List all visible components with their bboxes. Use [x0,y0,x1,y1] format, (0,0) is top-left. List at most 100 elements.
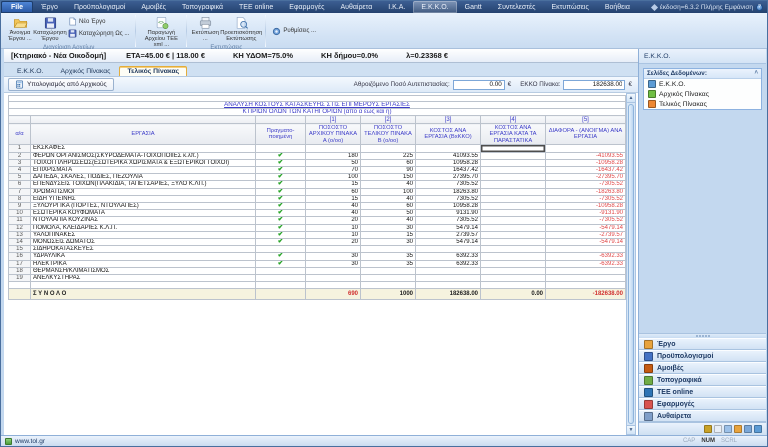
cost-cell[interactable]: 7305.52 [416,181,481,188]
menu-item-συντελεστές[interactable]: Συντελεστές [490,1,544,13]
cost-cell[interactable]: 7305.52 [416,195,481,202]
pct-b-cell[interactable]: 60 [361,159,416,166]
task-cell[interactable]: ΔΑΠΕΔΑ, ΣΚΑΛΕΣ, ΠΟΔΙΕΣ, ΠΕΖΟΥΛΙΑ [31,174,256,181]
tab-τελικός-πίνακας[interactable]: Τελικός Πίνακας [119,66,187,76]
vertical-scrollbar[interactable]: ▲ ▼ [626,93,636,435]
diff-cell[interactable]: -6392.33 [546,260,626,267]
pct-b-cell[interactable]: 40 [361,195,416,202]
pct-a-cell[interactable]: 70 [306,167,361,174]
save-project-button[interactable]: Καταχώρηση Έργου [35,14,65,44]
diff-cell[interactable] [546,275,626,282]
task-cell[interactable]: ΕΙΔΗ ΥΓΙΕΙΝΗΣ [31,195,256,202]
pct-a-cell[interactable] [306,145,361,152]
cost-cell[interactable] [416,145,481,152]
cost-docs-cell[interactable] [481,246,546,253]
menu-item-τοπογραφικά[interactable]: Τοπογραφικά [174,1,231,13]
done-check-cell[interactable] [256,145,306,152]
scroll-down-arrow[interactable]: ▼ [627,425,635,434]
done-check-cell[interactable]: ✔ [256,260,306,267]
chart-icon[interactable] [724,425,732,433]
done-check-cell[interactable]: ✔ [256,174,306,181]
cost-docs-cell[interactable] [481,210,546,217]
task-cell[interactable]: ΤΟΙΧΟΙ ΠΛΗΡΩΣΕΩΣ(ΕΣΩΤΕΡΙΚΑ ΧΩΡΙΣΜΑΤΑ & Ε… [31,159,256,166]
cost-cell[interactable]: 10958.28 [416,203,481,210]
self-supervision-input[interactable] [453,80,505,90]
help-icon[interactable]: ? [756,4,763,11]
pct-b-cell[interactable]: 30 [361,224,416,231]
diff-cell[interactable]: -7305.52 [546,181,626,188]
pct-a-cell[interactable]: 10 [306,231,361,238]
cost-docs-cell[interactable] [481,195,546,202]
menu-item-ε-κ-κ-ο-[interactable]: Ε.Κ.Κ.Ο. [413,1,456,13]
cost-cell[interactable]: 41093.55 [416,152,481,159]
menu-item-εφαρμογές[interactable]: Εφαρμογές [281,1,332,13]
menu-item-gantt[interactable]: Gantt [457,1,490,13]
menu-item-τεε-online[interactable]: ΤΕΕ online [231,1,281,13]
done-check-cell[interactable]: ✔ [256,210,306,217]
done-check-cell[interactable]: ✔ [256,152,306,159]
pct-b-cell[interactable]: 60 [361,203,416,210]
cost-docs-cell[interactable] [481,159,546,166]
data-page-item[interactable]: Ε.Κ.Κ.Ο. [644,79,761,89]
task-cell[interactable]: ΗΛΕΚΤΡΙΚΑ [31,260,256,267]
cost-cell[interactable]: 7305.52 [416,217,481,224]
pct-a-cell[interactable]: 15 [306,181,361,188]
cost-cell[interactable]: 9131.90 [416,210,481,217]
data-page-item[interactable]: Τελικός Πίνακας [644,99,761,109]
pct-b-cell[interactable] [361,275,416,282]
done-check-cell[interactable]: ✔ [256,231,306,238]
diff-cell[interactable]: -5479.14 [546,224,626,231]
pct-a-cell[interactable]: 20 [306,217,361,224]
pct-a-cell[interactable]: 15 [306,195,361,202]
collapse-icon[interactable]: ˄ [754,70,758,77]
nav-item-αμοιβές[interactable]: Αμοιβές [639,362,766,374]
cost-docs-cell[interactable] [481,203,546,210]
task-cell[interactable]: ΥΑΛΟΠΙΝΑΚΕΣ [31,231,256,238]
pct-a-cell[interactable]: 10 [306,224,361,231]
nav-item-προ-πολογισμοί[interactable]: Προϋπολογισμοί [639,350,766,362]
pct-b-cell[interactable] [361,246,416,253]
pct-b-cell[interactable]: 150 [361,174,416,181]
file-menu-button[interactable]: File [1,1,33,13]
pct-b-cell[interactable]: 100 [361,188,416,195]
pct-b-cell[interactable]: 35 [361,253,416,260]
scrollbar-thumb[interactable] [628,104,634,424]
pct-a-cell[interactable]: 100 [306,174,361,181]
pct-b-cell[interactable]: 40 [361,217,416,224]
panel-icon[interactable] [714,425,722,433]
diff-cell[interactable]: -7305.52 [546,217,626,224]
pct-b-cell[interactable]: 50 [361,210,416,217]
cost-docs-cell[interactable] [481,167,546,174]
pct-a-cell[interactable]: 30 [306,253,361,260]
done-check-cell[interactable]: ✔ [256,188,306,195]
cost-cell[interactable] [416,275,481,282]
tee-xml-button[interactable]: <> Παραγωγή Αρχείου ΤΕΕ xml ... [139,14,183,50]
nav-item-εφαρμογές[interactable]: Εφαρμογές [639,398,766,410]
task-cell[interactable]: ΘΕΡΜΑΝΣΗ/ΚΛΙΜΑΤΙΣΜΟΣ [31,267,256,274]
cost-docs-cell[interactable] [481,174,546,181]
done-check-cell[interactable]: ✔ [256,195,306,202]
pct-a-cell[interactable]: 60 [306,188,361,195]
menu-item-βοήθεια[interactable]: Βοήθεια [597,1,638,13]
menu-item-εκτυπώσεις[interactable]: Εκτυπώσεις [544,1,597,13]
scroll-up-arrow[interactable]: ▲ [627,94,635,103]
cost-docs-cell[interactable] [481,217,546,224]
diff-cell[interactable] [546,145,626,152]
diff-cell[interactable]: -18263.80 [546,188,626,195]
cost-cell[interactable]: 5479.14 [416,239,481,246]
pct-b-cell[interactable]: 90 [361,167,416,174]
save-as-button[interactable]: Καταχώρηση Ως ... [65,28,132,39]
cost-cell[interactable]: 16437.42 [416,167,481,174]
menu-item-προ-πολογισμοί[interactable]: Προϋπολογισμοί [66,1,133,13]
pct-b-cell[interactable]: 40 [361,181,416,188]
task-cell[interactable]: ΞΥΛΟΥΡΓΙΚΑ (ΠΟΡΤΕΣ, ΝΤΟΥΛΑΠΕΣ) [31,203,256,210]
cost-cell[interactable]: 27395.70 [416,174,481,181]
pct-b-cell[interactable]: 35 [361,260,416,267]
diff-cell[interactable]: -10958.28 [546,159,626,166]
pct-b-cell[interactable] [361,145,416,152]
pct-a-cell[interactable]: 40 [306,203,361,210]
cost-cell[interactable]: 6392.33 [416,253,481,260]
tab-ε-κ-κ-ο-[interactable]: Ε.Κ.Κ.Ο. [9,66,51,76]
pct-b-cell[interactable]: 30 [361,239,416,246]
task-cell[interactable]: ΕΠΙΧΡΙΣΜΑΤΑ [31,167,256,174]
